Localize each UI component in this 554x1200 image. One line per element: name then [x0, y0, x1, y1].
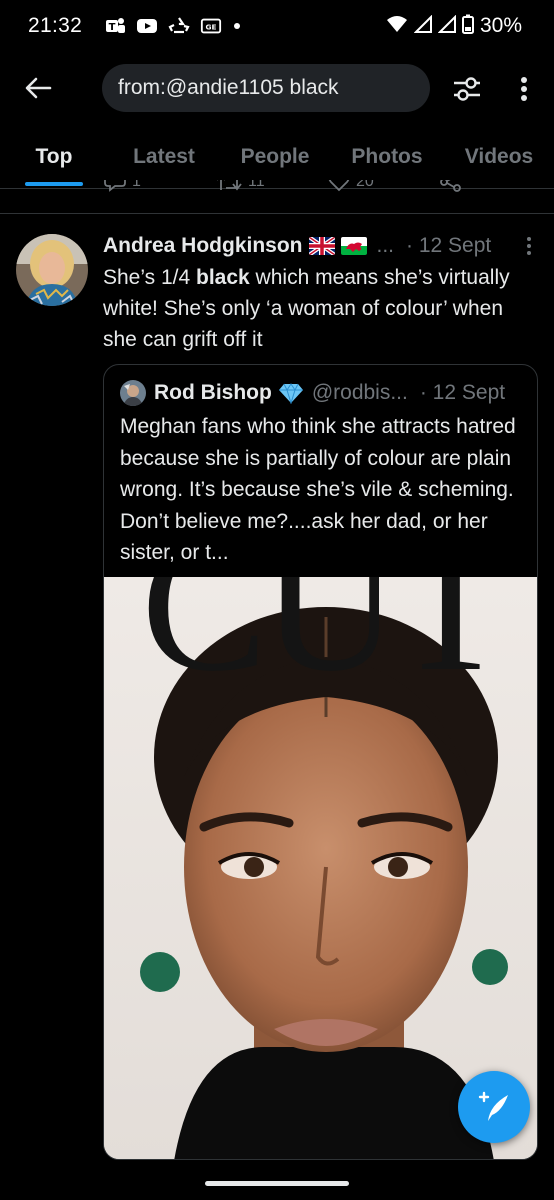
tab-people[interactable]: People — [220, 128, 330, 186]
tweet[interactable]: Andrea Hodgkinson ... · 12 Sept She’s 1/… — [0, 214, 554, 1200]
reply-count: 1 — [132, 180, 141, 190]
news-icon: GE — [200, 16, 222, 36]
tab-photos[interactable]: Photos — [330, 128, 444, 186]
wifi-icon — [386, 15, 408, 38]
retweet-count: 11 — [248, 180, 265, 190]
avatar — [120, 380, 146, 406]
filter-sliders-icon — [454, 77, 480, 101]
quoted-author-name: Rod Bishop — [154, 381, 272, 404]
system-status: 30% — [386, 14, 522, 39]
more-vertical-icon — [527, 237, 531, 255]
tweet-text-part: She’s 1/4 — [103, 266, 197, 289]
reply-icon — [104, 180, 126, 192]
cover-title: CUT — [141, 577, 506, 711]
tab-label: Top — [35, 145, 73, 168]
retweet-icon — [217, 180, 242, 191]
share-icon — [440, 180, 461, 192]
gesture-nav-bar[interactable] — [205, 1181, 349, 1186]
author-avatar-image — [16, 234, 88, 306]
search-term-highlight: black — [196, 266, 250, 289]
heart-icon — [328, 180, 350, 192]
back-button[interactable] — [22, 72, 54, 104]
reply-action[interactable]: 1 — [104, 180, 141, 192]
quoted-author-handle: @rodbis... — [311, 381, 408, 404]
teams-icon: T — [104, 16, 126, 36]
quoted-tweet-date: · 12 Sept — [419, 381, 506, 404]
tweet-text: She’s 1/4 black which means she’s virtua… — [103, 262, 539, 355]
signal-icon — [413, 14, 432, 38]
tab-videos[interactable]: Videos — [444, 128, 554, 186]
compose-feather-icon — [478, 1091, 508, 1121]
wales-flag-icon — [340, 237, 367, 255]
search-tabs: Top Latest People Photos Videos — [0, 128, 554, 186]
name-truncation: ... — [376, 234, 395, 257]
search-query: from:@andie1105 black — [118, 76, 339, 99]
quoted-tweet-header: Rod Bishop @rodbis... · 12 Sept — [120, 379, 505, 407]
like-count: 20 — [356, 180, 374, 190]
retweet-action[interactable]: 11 — [216, 180, 265, 192]
author-name[interactable]: Andrea Hodgkinson — [103, 234, 303, 258]
dot-icon — [232, 16, 242, 36]
svg-text:GE: GE — [206, 23, 217, 32]
quoted-tweet-image[interactable]: CUT — [104, 577, 537, 1159]
tweet-header: Andrea Hodgkinson ... · 12 Sept — [103, 230, 539, 262]
search-header: from:@andie1105 black — [0, 58, 554, 118]
quoted-tweet[interactable]: Rod Bishop @rodbis... · 12 Sept Meghan f… — [103, 364, 538, 1160]
tweet-date[interactable]: · 12 Sept — [406, 234, 491, 258]
search-input[interactable]: from:@andie1105 black — [102, 64, 430, 112]
tweet-body: Andrea Hodgkinson ... · 12 Sept She’s 1/… — [103, 230, 539, 355]
previous-tweet-actions: 1 11 20 — [0, 180, 554, 202]
status-time: 21:32 — [28, 14, 83, 37]
tab-top[interactable]: Top — [0, 128, 108, 186]
svg-text:T: T — [109, 22, 116, 33]
share-action[interactable] — [440, 180, 462, 192]
tab-label: Latest — [133, 145, 195, 168]
magazine-cover-photo: CUT — [104, 577, 537, 1159]
compose-tweet-button[interactable] — [458, 1071, 530, 1143]
status-bar: 21:32 T GE 30% — [0, 0, 554, 52]
recycle-icon — [168, 16, 190, 36]
battery-percent: 30% — [479, 14, 522, 37]
signal-icon — [437, 14, 456, 38]
united-kingdom-flag-icon — [308, 237, 335, 255]
tweet-menu-button[interactable] — [521, 234, 537, 258]
diamond-icon — [278, 382, 304, 404]
avatar[interactable] — [16, 234, 88, 306]
tab-label: Photos — [351, 145, 423, 168]
notification-icons: T GE — [104, 16, 242, 36]
quoted-author-avatar-image — [120, 380, 146, 406]
battery-icon — [461, 14, 474, 39]
search-filter-button[interactable] — [450, 72, 484, 106]
tab-label: Videos — [464, 145, 534, 168]
like-action[interactable]: 20 — [328, 180, 374, 192]
more-vertical-icon — [521, 77, 527, 101]
quoted-tweet-text: Meghan fans who think she attracts hatre… — [120, 415, 516, 564]
tab-latest[interactable]: Latest — [108, 128, 220, 186]
tab-label: People — [240, 145, 310, 168]
overflow-menu-button[interactable] — [512, 72, 536, 106]
youtube-icon — [136, 16, 158, 36]
back-arrow-icon — [25, 77, 52, 99]
